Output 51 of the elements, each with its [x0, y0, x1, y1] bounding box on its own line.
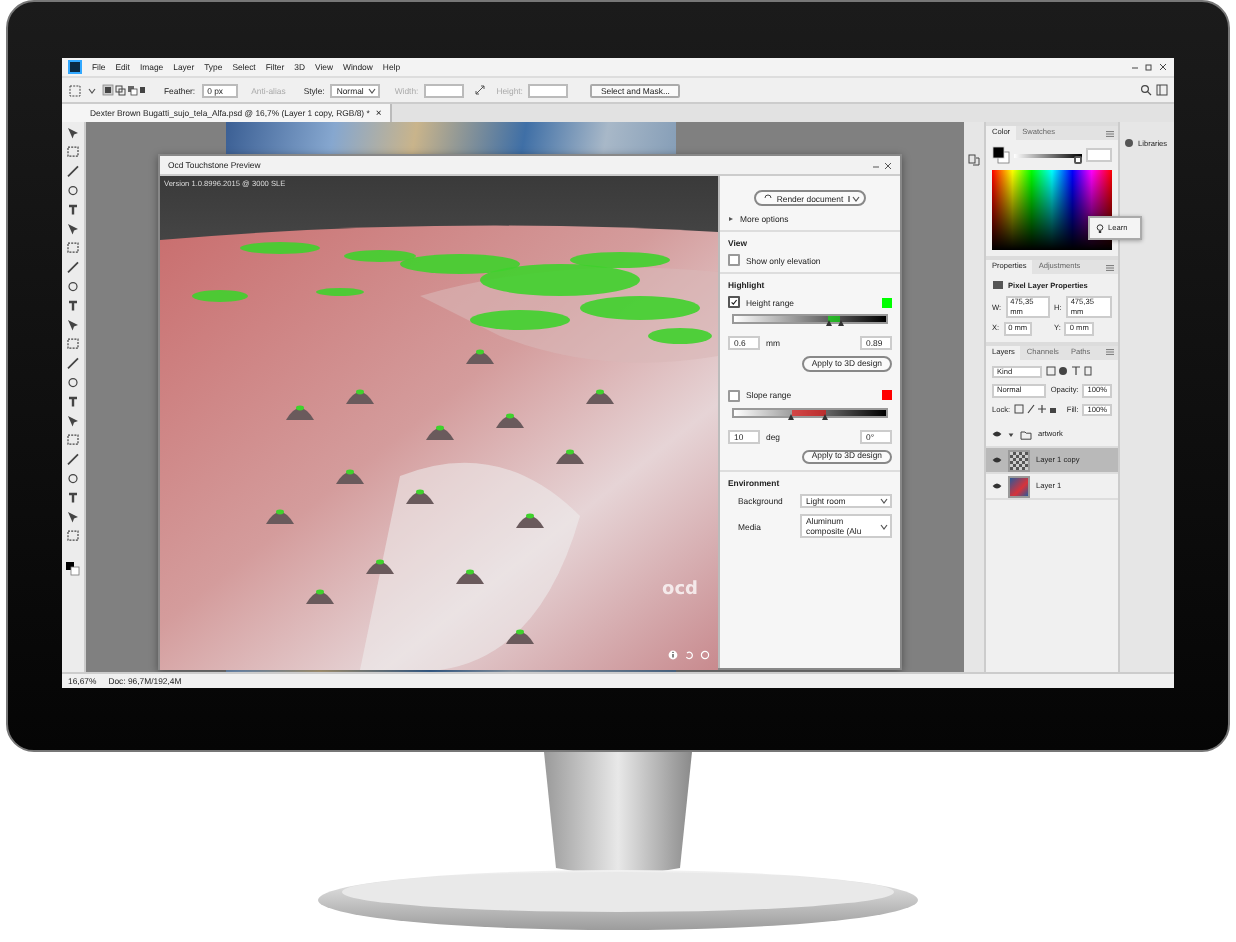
- logo-text: ocd: [662, 580, 698, 600]
- expand-caret-icon[interactable]: [1008, 431, 1014, 437]
- lightbulb-icon: [1096, 223, 1104, 233]
- slider-thumb[interactable]: [825, 320, 832, 326]
- caret-icon: [88, 87, 96, 93]
- history-icon[interactable]: [968, 154, 980, 166]
- caret-icon: [851, 195, 860, 201]
- range-slider[interactable]: [732, 407, 888, 417]
- layer-filter-icons[interactable]: [1046, 366, 1098, 377]
- libraries-icon[interactable]: [1124, 138, 1134, 148]
- close-icon[interactable]: [1158, 62, 1168, 72]
- refresh-icon[interactable]: [700, 650, 710, 660]
- layer-thumbnail: [1008, 449, 1030, 471]
- undo-icon[interactable]: [684, 650, 694, 660]
- range-slider[interactable]: [732, 314, 888, 324]
- caret-icon: [880, 523, 888, 529]
- swap-icon[interactable]: [474, 84, 487, 96]
- checkbox[interactable]: [728, 296, 740, 308]
- info-icon[interactable]: [668, 650, 678, 660]
- visibility-eye-icon[interactable]: [992, 456, 1002, 464]
- pixel-layer-icon: [992, 280, 1004, 290]
- restore-icon[interactable]: [1144, 62, 1154, 72]
- checkbox[interactable]: [728, 254, 740, 266]
- visibility-eye-icon[interactable]: [992, 430, 1002, 438]
- checkbox[interactable]: [728, 389, 740, 401]
- search-icon[interactable]: [1140, 84, 1152, 96]
- slider-thumb[interactable]: [1073, 156, 1082, 164]
- color-swatches-icon[interactable]: [992, 146, 1010, 164]
- lock-icons[interactable]: [1014, 404, 1059, 415]
- expand-caret-icon[interactable]: [728, 216, 734, 222]
- selection-mode-icons[interactable]: [102, 84, 146, 96]
- workspace-icon[interactable]: [1156, 84, 1168, 96]
- caret-icon: [368, 87, 377, 93]
- layer-thumbnail: [1008, 475, 1030, 497]
- height-field[interactable]: [528, 83, 569, 97]
- panel-menu-icon[interactable]: [1106, 348, 1114, 356]
- panel-menu-icon[interactable]: [1106, 129, 1114, 137]
- color-spectrum[interactable]: [992, 170, 1112, 250]
- panel-menu-icon[interactable]: [1106, 263, 1114, 271]
- slider-thumb[interactable]: [837, 320, 844, 326]
- render-icon: [764, 194, 773, 202]
- visibility-eye-icon[interactable]: [992, 482, 1002, 490]
- tool-icons-drawing[interactable]: [62, 122, 84, 582]
- app-logo-icon: [68, 60, 82, 74]
- brightness-field[interactable]: [1086, 148, 1112, 162]
- width-field[interactable]: [424, 83, 465, 97]
- slider-thumb[interactable]: [788, 413, 795, 419]
- slider-thumb[interactable]: [822, 413, 829, 419]
- caret-icon: [880, 498, 888, 504]
- close-icon[interactable]: [884, 161, 892, 169]
- folder-icon: [1020, 429, 1032, 439]
